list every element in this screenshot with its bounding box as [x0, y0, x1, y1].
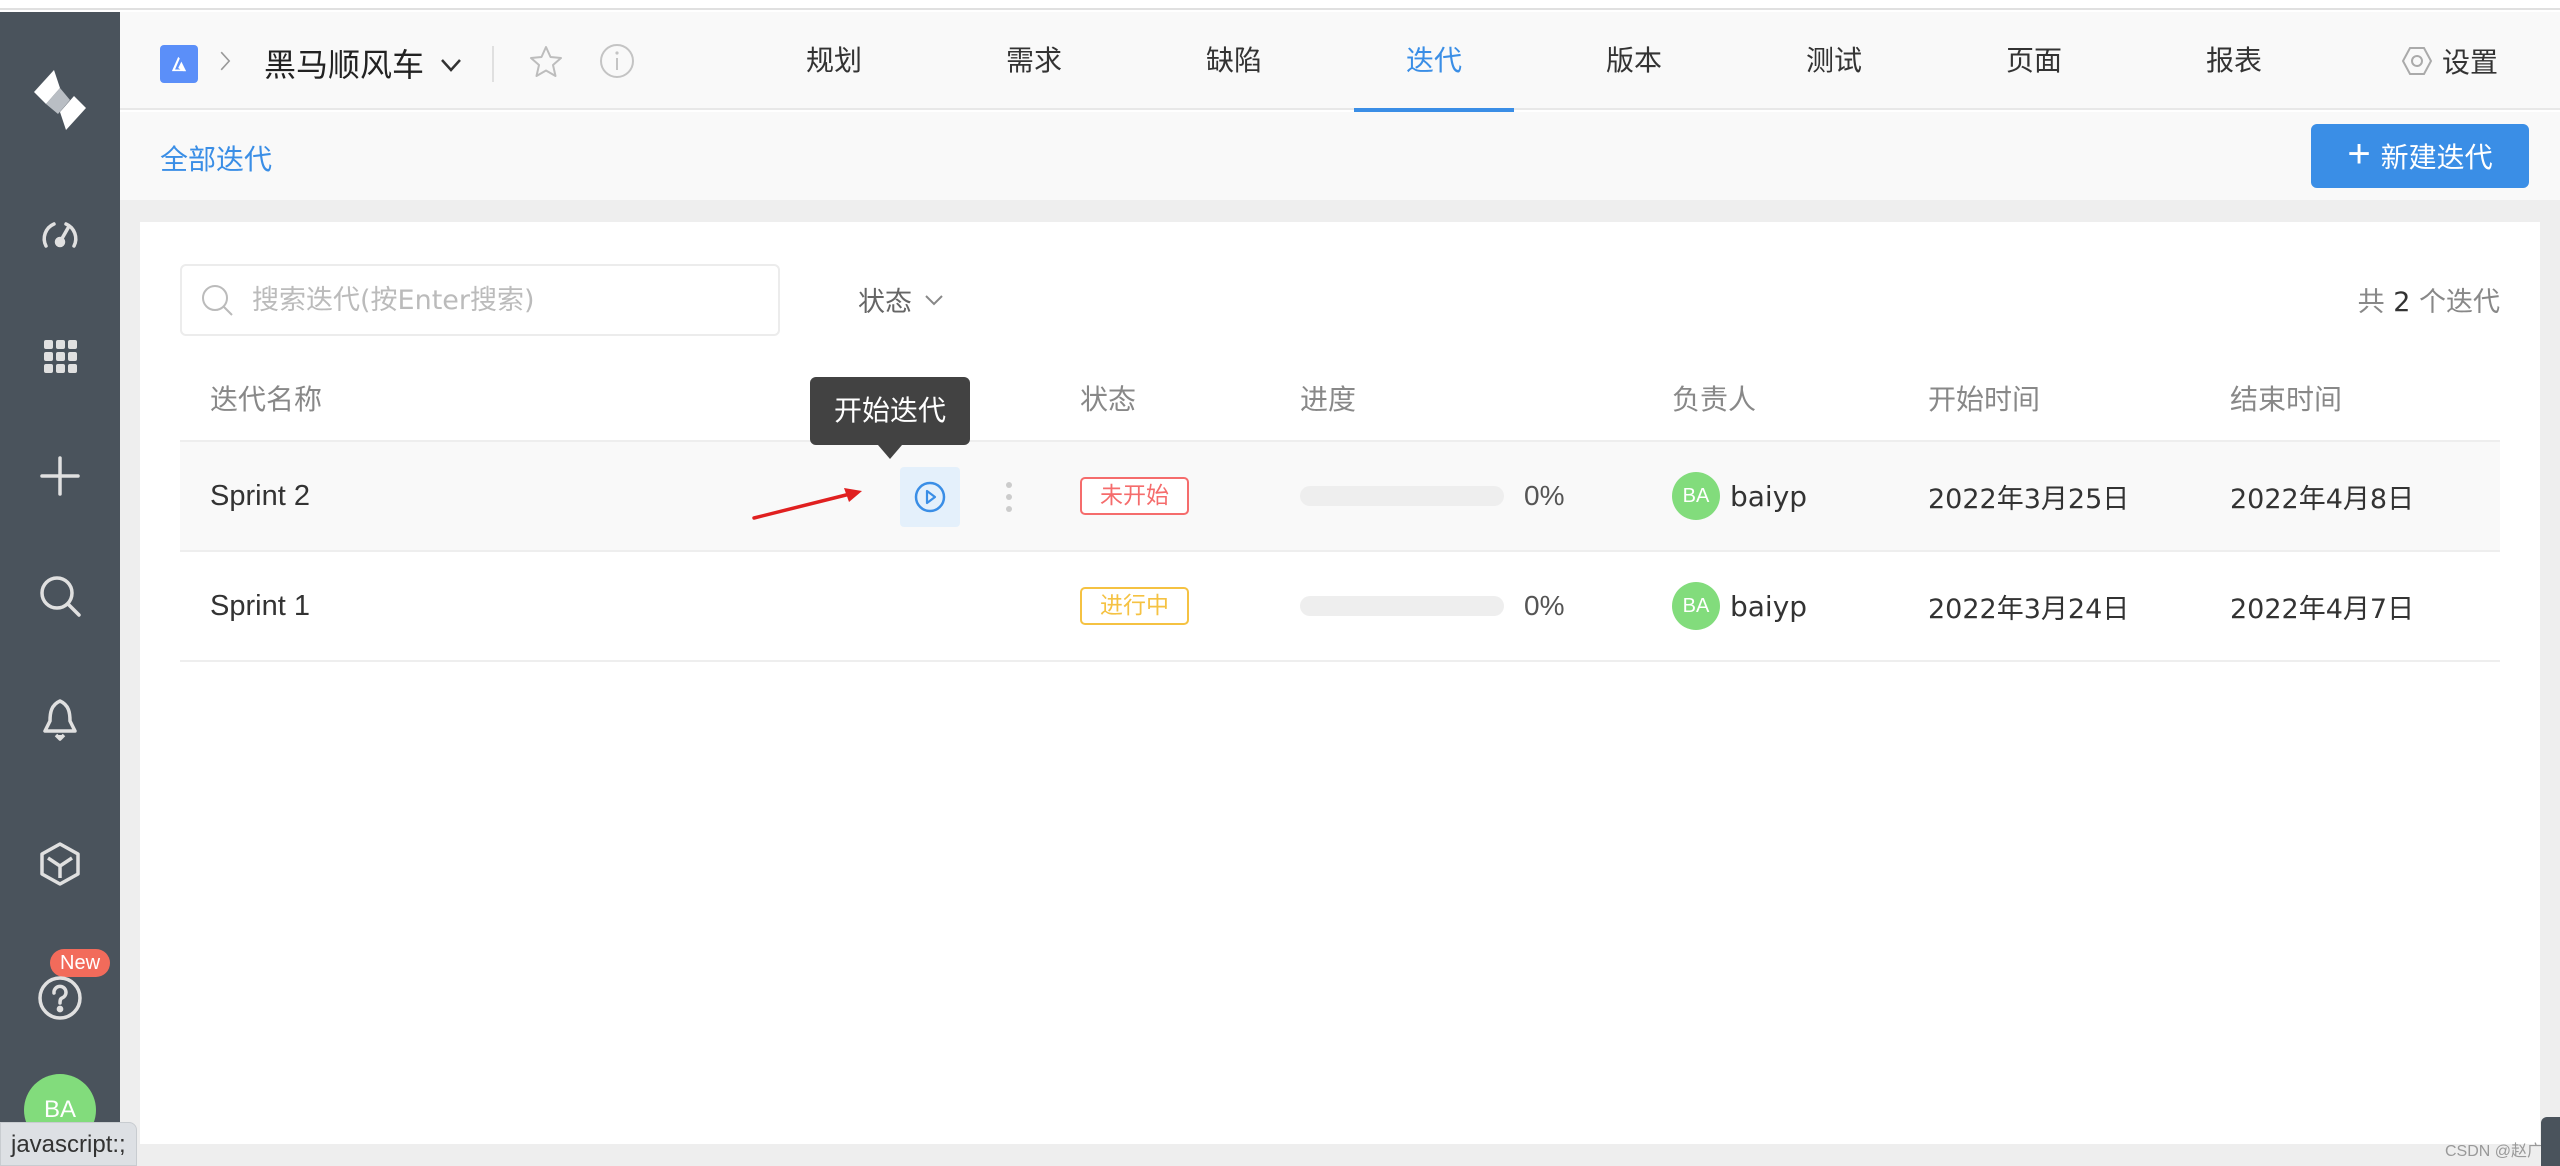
column-header-owner: 负责人: [1672, 383, 1757, 416]
owner-name: baiyp: [1730, 479, 1808, 513]
app-logo-icon[interactable]: [24, 60, 96, 140]
browser-status-bar: javascript:;: [0, 1122, 137, 1166]
column-header-end: 结束时间: [2230, 383, 2343, 416]
total-count: 共 2 个迭代: [2358, 280, 2500, 319]
new-badge: New: [50, 949, 111, 977]
column-header-start: 开始时间: [1928, 383, 2041, 416]
global-sidebar: New BA: [0, 12, 120, 1166]
start-iteration-tooltip: 开始迭代: [810, 377, 971, 459]
play-circle-icon: [914, 481, 946, 513]
help-icon[interactable]: [36, 974, 84, 1022]
status-cell: 未开始: [1080, 442, 1189, 550]
status-badge: 进行中: [1080, 587, 1189, 625]
tab-plan[interactable]: 规划: [754, 12, 914, 110]
status-badge: 未开始: [1080, 477, 1189, 515]
total-prefix: 共: [2357, 287, 2385, 318]
more-actions-button[interactable]: [994, 472, 1024, 522]
settings-button[interactable]: 设置: [2400, 12, 2498, 110]
status-filter-label: 状态: [858, 287, 912, 318]
iteration-name[interactable]: Sprint 1: [210, 552, 310, 660]
star-icon[interactable]: [528, 44, 564, 80]
breadcrumb-chevron-icon: [218, 46, 234, 84]
sub-header: 全部迭代 + 新建迭代: [120, 112, 2560, 200]
end-date: 2022年4月8日: [2230, 483, 2415, 515]
plus-icon[interactable]: [36, 452, 84, 500]
end-date: 2022年4月7日: [2230, 593, 2415, 625]
owner-avatar: BA: [1672, 582, 1720, 630]
settings-icon: [2401, 47, 2433, 75]
tab-versions[interactable]: 版本: [1554, 12, 1714, 110]
new-iteration-label: 新建迭代: [2380, 142, 2493, 173]
progress-label: 0%: [1524, 590, 1565, 621]
owner-name: baiyp: [1730, 589, 1808, 623]
tab-defects[interactable]: 缺陷: [1154, 12, 1314, 110]
total-number: 2: [2393, 287, 2411, 318]
tab-iterations[interactable]: 迭代: [1354, 12, 1514, 112]
progress-bar: [1300, 596, 1504, 616]
search-icon[interactable]: [36, 572, 84, 620]
status-filter-dropdown[interactable]: 状态: [858, 280, 946, 319]
start-date: 2022年3月25日: [1928, 483, 2130, 515]
project-name[interactable]: 黑马顺风车: [264, 40, 424, 86]
cube-icon[interactable]: [36, 840, 84, 888]
search-input[interactable]: [252, 284, 752, 316]
tab-pages[interactable]: 页面: [1954, 12, 2114, 110]
column-header-progress: 进度: [1300, 383, 1357, 416]
tab-reports[interactable]: 报表: [2154, 12, 2314, 110]
progress-label: 0%: [1524, 480, 1565, 511]
tab-requirements[interactable]: 需求: [954, 12, 1114, 110]
start-date: 2022年3月24日: [1928, 593, 2130, 625]
progress-bar: [1300, 486, 1504, 506]
table-row[interactable]: Sprint 1 进行中 0% BA baiyp 2022年3月24日 2022…: [180, 550, 2500, 662]
chevron-down-icon: [925, 294, 943, 305]
settings-label: 设置: [2442, 46, 2499, 79]
iteration-list-card: 状态 共 2 个迭代 迭代名称 状态 进度 负责人 开始时间 结束时间 Spri…: [140, 222, 2540, 1144]
more-vertical-icon: [1006, 482, 1012, 512]
total-suffix: 个迭代: [2419, 287, 2500, 318]
progress-cell: 0%: [1300, 552, 1564, 660]
table-header: 迭代名称 状态 进度 负责人 开始时间 结束时间: [180, 352, 2500, 440]
progress-cell: 0%: [1300, 442, 1564, 550]
bell-icon[interactable]: [36, 695, 84, 743]
all-iterations-link[interactable]: 全部迭代: [160, 138, 272, 178]
header-divider: [492, 46, 494, 82]
window-top-edge: [0, 0, 2560, 10]
gauge-icon[interactable]: [36, 212, 84, 260]
search-field[interactable]: [180, 264, 780, 336]
project-logo-icon[interactable]: [160, 45, 198, 83]
table-row[interactable]: Sprint 2 未开始 0% BA baiyp 2022年3月25日 2022…: [180, 440, 2500, 550]
start-iteration-button[interactable]: [900, 467, 960, 527]
owner-cell: BA baiyp: [1672, 552, 1807, 660]
owner-cell: BA baiyp: [1672, 442, 1807, 550]
iteration-name[interactable]: Sprint 2: [210, 442, 310, 550]
search-icon: [202, 285, 233, 316]
chevron-down-icon[interactable]: [438, 52, 464, 78]
tab-testing[interactable]: 测试: [1754, 12, 1914, 110]
scrollbar-handle[interactable]: [2541, 1117, 2560, 1166]
owner-avatar: BA: [1672, 472, 1720, 520]
project-header: 黑马顺风车 规划 需求 缺陷 迭代 版本 测试 页面 报表 设置: [120, 12, 2560, 112]
new-iteration-button[interactable]: + 新建迭代: [2311, 124, 2529, 188]
column-header-status: 状态: [1080, 383, 1137, 416]
column-header-name: 迭代名称: [210, 383, 323, 416]
status-cell: 进行中: [1080, 552, 1189, 660]
grid-icon[interactable]: [36, 332, 84, 380]
plus-icon: +: [2347, 132, 2371, 176]
info-icon[interactable]: [598, 42, 636, 80]
annotation-arrow-icon: [752, 488, 862, 520]
